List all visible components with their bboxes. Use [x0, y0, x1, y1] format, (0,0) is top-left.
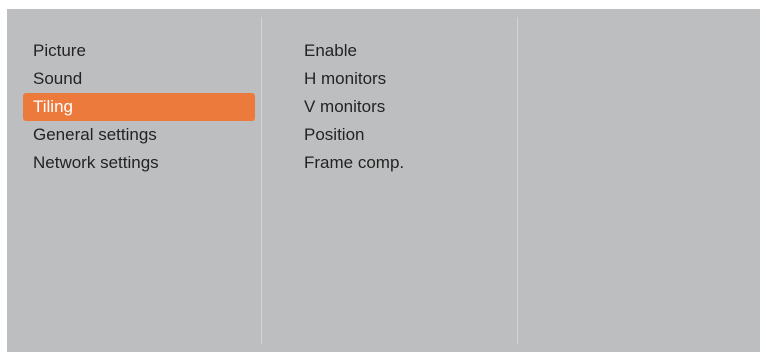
submenu-column: Enable H monitors V monitors Position Fr…: [262, 9, 518, 352]
main-menu-item-tiling[interactable]: Tiling: [23, 93, 255, 121]
submenu-item-h-monitors[interactable]: H monitors: [298, 65, 498, 93]
main-menu-item-picture[interactable]: Picture: [23, 37, 255, 65]
main-menu-item-sound[interactable]: Sound: [23, 65, 255, 93]
main-menu-column: Picture Sound Tiling General settings Ne…: [7, 9, 261, 352]
main-menu-item-network-settings[interactable]: Network settings: [23, 149, 255, 177]
submenu-item-frame-comp[interactable]: Frame comp.: [298, 149, 498, 177]
submenu-item-enable[interactable]: Enable: [298, 37, 498, 65]
tiling-submenu: Enable H monitors V monitors Position Fr…: [298, 37, 498, 177]
main-menu: Picture Sound Tiling General settings Ne…: [23, 37, 255, 177]
osd-menu-panel: Picture Sound Tiling General settings Ne…: [7, 9, 760, 352]
value-column: [519, 9, 760, 352]
submenu-item-v-monitors[interactable]: V monitors: [298, 93, 498, 121]
submenu-item-position[interactable]: Position: [298, 121, 498, 149]
main-menu-item-general-settings[interactable]: General settings: [23, 121, 255, 149]
